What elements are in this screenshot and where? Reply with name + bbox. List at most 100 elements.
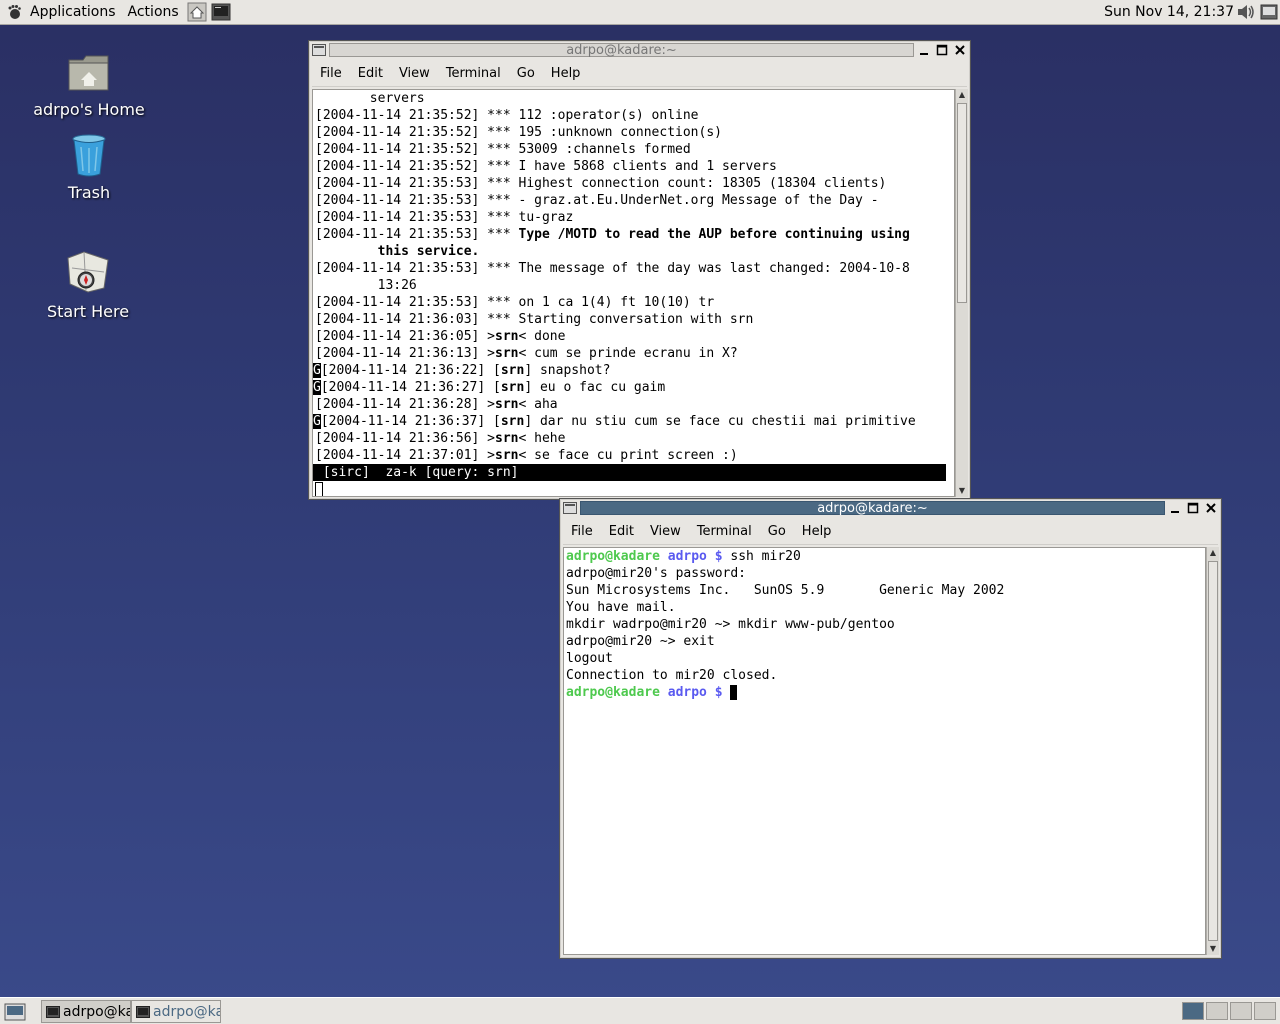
bell-marker: G bbox=[313, 414, 321, 429]
message: ] snapshot? bbox=[524, 363, 611, 378]
terminal-line: [2004-11-14 21:35:52] *** 112 :operator(… bbox=[315, 108, 699, 123]
workspace-4[interactable] bbox=[1254, 1002, 1276, 1020]
volume-icon[interactable] bbox=[1236, 3, 1256, 21]
titlebar[interactable]: adrpo@kadare:~ bbox=[560, 499, 1221, 517]
terminal-output[interactable]: servers [2004-11-14 21:35:52] *** 112 :o… bbox=[312, 89, 955, 497]
message: < aha bbox=[518, 397, 558, 412]
titlebar[interactable]: adrpo@kadare:~ bbox=[309, 41, 970, 59]
taskbar-button-shell[interactable]: adrpo@kadare:~ bbox=[131, 1000, 221, 1023]
terminal-launcher-icon[interactable] bbox=[211, 2, 231, 22]
menu-go[interactable]: Go bbox=[509, 66, 543, 81]
command: ssh mir20 bbox=[722, 549, 801, 564]
terminal-line: 13:26 bbox=[315, 278, 417, 293]
maximize-button[interactable] bbox=[934, 42, 950, 58]
close-button[interactable] bbox=[952, 42, 968, 58]
start-here-label: Start Here bbox=[46, 302, 130, 321]
terminal-line: adrpo@kadare adrpo $ ssh mir20 bbox=[564, 548, 1205, 565]
menu-view[interactable]: View bbox=[642, 524, 689, 539]
show-desktop-icon[interactable] bbox=[4, 1003, 26, 1021]
menu-edit[interactable]: Edit bbox=[350, 66, 391, 81]
maximize-icon bbox=[936, 44, 948, 56]
nick: srn bbox=[495, 448, 519, 463]
window-menu-icon[interactable] bbox=[563, 502, 577, 514]
actions-menu[interactable]: Actions bbox=[122, 0, 185, 25]
minimize-button[interactable] bbox=[1167, 500, 1183, 516]
scroll-down-icon[interactable]: ▼ bbox=[1207, 943, 1219, 955]
workspace-3[interactable] bbox=[1230, 1002, 1252, 1020]
nick: srn bbox=[495, 397, 519, 412]
menu-help[interactable]: Help bbox=[794, 524, 840, 539]
menu-file[interactable]: File bbox=[312, 66, 350, 81]
clock[interactable]: Sun Nov 14, 21:37 bbox=[1104, 0, 1234, 25]
menu-terminal[interactable]: Terminal bbox=[438, 66, 509, 81]
terminal-line: [2004-11-14 21:36:05] >srn< done bbox=[313, 328, 954, 345]
bold-text: Type /MOTD to read the AUP before contin… bbox=[518, 227, 910, 242]
terminal-line: adrpo@mir20 ~> exit bbox=[566, 634, 715, 649]
menu-help[interactable]: Help bbox=[543, 66, 589, 81]
menu-terminal[interactable]: Terminal bbox=[689, 524, 760, 539]
scroll-thumb[interactable] bbox=[1208, 561, 1218, 941]
menu-edit[interactable]: Edit bbox=[601, 524, 642, 539]
taskbar-button-irc[interactable]: adrpo@kadare:~ bbox=[41, 1000, 131, 1023]
terminal-line: servers bbox=[315, 91, 425, 106]
terminal-line: Connection to mir20 closed. bbox=[566, 668, 778, 683]
timestamp: [2004-11-14 21:36:22] [ bbox=[320, 363, 501, 378]
prompt-symbol: $ bbox=[714, 685, 723, 700]
vertical-scrollbar[interactable]: ▲ ▼ bbox=[1206, 547, 1219, 955]
close-icon bbox=[1206, 503, 1216, 513]
scroll-up-icon[interactable]: ▲ bbox=[956, 89, 968, 101]
desktop-trash-icon[interactable]: Trash bbox=[19, 133, 159, 202]
menu-go[interactable]: Go bbox=[760, 524, 794, 539]
message: < hehe bbox=[518, 431, 566, 446]
vertical-scrollbar[interactable]: ▲ ▼ bbox=[955, 89, 968, 497]
scroll-thumb[interactable] bbox=[957, 103, 967, 303]
home-launcher-icon[interactable] bbox=[187, 2, 207, 22]
terminal-line: [2004-11-14 21:35:52] *** I have 5868 cl… bbox=[315, 159, 777, 174]
applications-menu[interactable]: Applications bbox=[24, 0, 122, 25]
workspace-2[interactable] bbox=[1206, 1002, 1228, 1020]
terminal-line: [2004-11-14 21:35:53] *** Type /MOTD to … bbox=[313, 226, 954, 243]
bell-marker: G bbox=[313, 380, 321, 395]
menu-view[interactable]: View bbox=[391, 66, 438, 81]
terminal-line: [2004-11-14 21:35:52] *** 195 :unknown c… bbox=[315, 125, 722, 140]
minimize-button[interactable] bbox=[916, 42, 932, 58]
menubar: File Edit View Terminal Go Help bbox=[563, 519, 1218, 545]
timestamp: [2004-11-14 21:36:27] [ bbox=[320, 380, 501, 395]
nick: srn bbox=[495, 329, 519, 344]
close-icon bbox=[955, 45, 965, 55]
scroll-down-icon[interactable]: ▼ bbox=[956, 485, 968, 497]
window-title: adrpo@kadare:~ bbox=[329, 43, 914, 58]
trash-icon bbox=[72, 134, 106, 177]
terminal-line: [2004-11-14 21:35:53] *** The message of… bbox=[315, 261, 910, 276]
terminal-line: [2004-11-14 21:35:53] *** - graz.at.Eu.U… bbox=[315, 193, 879, 208]
terminal-line: this service. bbox=[315, 244, 480, 259]
bell-marker: G bbox=[313, 363, 321, 378]
workspace-1[interactable] bbox=[1182, 1002, 1204, 1020]
input-line[interactable] bbox=[313, 481, 954, 496]
terminal-line: [2004-11-14 21:36:03] *** Starting conve… bbox=[315, 312, 754, 327]
irc-terminal-window: adrpo@kadare:~ File Edit View Terminal G… bbox=[308, 40, 971, 500]
window-menu-icon[interactable] bbox=[312, 44, 326, 56]
terminal-icon bbox=[136, 1005, 150, 1018]
menu-file[interactable]: File bbox=[563, 524, 601, 539]
maximize-button[interactable] bbox=[1185, 500, 1201, 516]
terminal-line: [2004-11-14 21:35:53] *** tu-graz bbox=[315, 210, 574, 225]
irc-status-line: [sirc] za-k [query: srn] bbox=[313, 464, 946, 481]
desktop-start-here-icon[interactable]: Start Here bbox=[18, 248, 158, 321]
terminal-line: G[2004-11-14 21:36:22] [srn] snapshot? bbox=[313, 362, 954, 379]
desktop-home-icon[interactable]: adrpo's Home bbox=[19, 52, 159, 119]
home-folder-icon bbox=[68, 55, 109, 91]
terminal-line: G[2004-11-14 21:36:37] [srn] dar nu stiu… bbox=[313, 413, 954, 430]
scroll-up-icon[interactable]: ▲ bbox=[1207, 547, 1219, 559]
message: < se face cu print screen :) bbox=[518, 448, 738, 463]
gnome-foot-icon[interactable] bbox=[6, 4, 22, 20]
cursor bbox=[730, 685, 738, 700]
timestamp: [2004-11-14 21:36:05] > bbox=[315, 329, 496, 344]
timestamp: [2004-11-14 21:36:13] > bbox=[315, 346, 496, 361]
terminal-line: [2004-11-14 21:35:53] *** Highest connec… bbox=[315, 176, 887, 191]
window-title: adrpo@kadare:~ bbox=[580, 501, 1165, 516]
tray-app-icon[interactable] bbox=[1260, 4, 1278, 20]
message: ] dar nu stiu cum se face cu chestii mai… bbox=[524, 414, 916, 429]
terminal-output[interactable]: adrpo@kadare adrpo $ ssh mir20 adrpo@mir… bbox=[563, 547, 1206, 955]
close-button[interactable] bbox=[1203, 500, 1219, 516]
